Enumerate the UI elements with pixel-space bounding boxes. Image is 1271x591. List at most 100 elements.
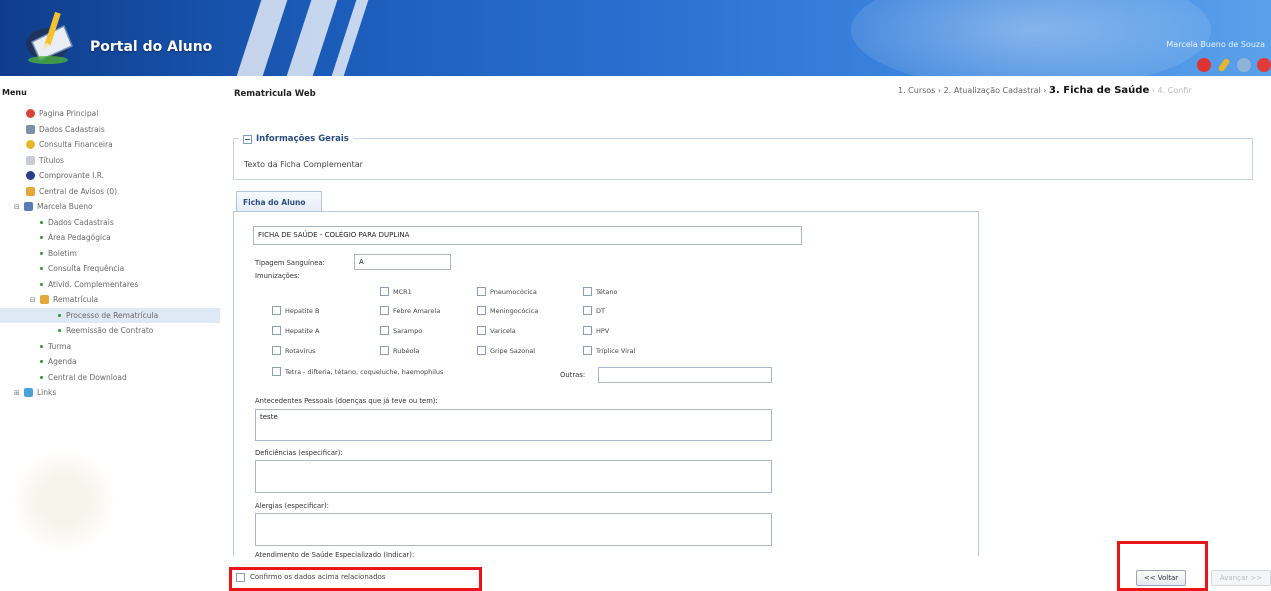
tab-ficha-do-aluno[interactable]: Ficha do Aluno [236, 191, 322, 212]
coin-icon [26, 140, 35, 150]
folder-icon [40, 295, 49, 305]
sidebar-item-dados-cadastrais[interactable]: Dados Cadastrais [0, 215, 220, 231]
header-stripe [285, 0, 341, 76]
toolbar [1197, 57, 1271, 73]
wizard-steps: 1. Cursos › 2. Atualização Cadastral › 3… [898, 85, 1192, 96]
others-label: Outras: [560, 371, 586, 379]
confirm-checkbox[interactable] [236, 573, 245, 582]
app-title: Portal do Aluno [90, 39, 213, 55]
logout-icon[interactable] [1257, 58, 1271, 72]
vaccine-checkbox[interactable]: Hepatite B [272, 306, 319, 315]
bullet-icon [40, 267, 43, 271]
blood-type-input[interactable]: A [354, 254, 451, 270]
vaccine-checkbox[interactable]: Rotavírus [272, 346, 316, 355]
sidebar-item-student[interactable]: ⊟ Marcela Bueno [0, 199, 220, 215]
sidebar-item-processo[interactable]: Processo de Rematrícula [0, 307, 220, 323]
settings-icon[interactable] [1237, 58, 1251, 72]
step-current: 3. Ficha de Saúde [1049, 85, 1150, 96]
portal-logo-icon [26, 11, 73, 64]
sidebar-item-financeira[interactable]: Consulta Financeira [0, 137, 220, 153]
vaccine-checkbox[interactable]: Sarampo [380, 326, 422, 335]
sidebar-item-dados[interactable]: Dados Cadastrais [0, 122, 220, 138]
home-icon [26, 109, 35, 119]
info-legend-label: Informações Gerais [256, 134, 349, 144]
disability-textarea[interactable] [255, 460, 772, 493]
header-stripe [330, 0, 372, 76]
collapse-icon[interactable]: ⊟ [30, 296, 38, 304]
bullet-icon [40, 236, 43, 240]
allergies-textarea[interactable] [255, 513, 772, 546]
vaccine-checkbox[interactable]: Febre Amarela [380, 306, 440, 315]
notifications-icon[interactable] [1197, 58, 1211, 72]
sidebar-item-boletim[interactable]: Boletim [0, 246, 220, 262]
sidebar-item-home[interactable]: Pagina Principal [0, 106, 220, 122]
document-icon [26, 155, 35, 165]
sidebar-item-links[interactable]: ⊞ Links [0, 385, 220, 401]
vaccine-checkbox[interactable]: HPV [583, 326, 609, 335]
key-icon[interactable] [1217, 57, 1231, 73]
sidebar-item-rematricula[interactable]: ⊟ Rematrícula [0, 292, 220, 308]
vaccine-checkbox[interactable]: Tetra - difteria, tétano, coqueluche, ha… [272, 367, 443, 376]
collapse-icon[interactable]: ⊟ [14, 203, 22, 211]
vaccine-checkbox[interactable]: Pneumocócica [477, 287, 537, 296]
sidebar-item-download[interactable]: Central de Download [0, 370, 220, 386]
tab-panel [233, 211, 979, 556]
header-stripe [235, 0, 291, 76]
confirm-label[interactable]: Confirmo os dados acima relacionados [250, 573, 385, 581]
bullet-icon [40, 282, 43, 286]
collapse-toggle-button[interactable]: − [243, 134, 252, 144]
bullet-icon [58, 329, 61, 333]
sidebar-item-ativid[interactable]: Ativid. Complementares [0, 277, 220, 293]
sidebar-item-reemissao[interactable]: Reemissão de Contrato [0, 323, 220, 339]
watermark-logo-icon [14, 446, 114, 556]
menu-title: Menu [2, 88, 27, 97]
table-icon [26, 124, 35, 134]
expand-icon[interactable]: ⊞ [14, 389, 22, 397]
history-textarea[interactable]: teste [255, 409, 772, 441]
folder-icon [26, 186, 35, 196]
bullet-icon [40, 360, 43, 364]
vaccine-checkbox[interactable]: Tétano [583, 287, 618, 296]
info-legend: − Informações Gerais [239, 134, 353, 144]
vaccine-checkbox[interactable]: MCR1 [380, 287, 412, 296]
sidebar-item-area-pedagogica[interactable]: Área Pedagógica [0, 230, 220, 246]
vaccine-checkbox[interactable]: Meningocócica [477, 306, 538, 315]
sidebar-item-titulos[interactable]: Títulos [0, 153, 220, 169]
specialized-label: Atendimento de Saúde Especializado (Indi… [255, 551, 415, 559]
vaccine-checkbox[interactable]: Gripe Sazonal [477, 346, 535, 355]
sidebar-item-avisos[interactable]: Central de Avisos (0) [0, 184, 220, 200]
next-button[interactable]: Avançar >> [1211, 570, 1271, 586]
receipt-icon [26, 171, 35, 181]
bullet-icon [40, 344, 43, 348]
info-fieldset [233, 138, 1253, 180]
vaccines-label: Imunizações: [255, 272, 300, 280]
vaccine-checkbox[interactable]: Hepatite A [272, 326, 319, 335]
vaccine-checkbox[interactable]: Varicela [477, 326, 516, 335]
links-icon [24, 388, 33, 398]
step-future: › 4. Confir [1149, 86, 1192, 95]
bullet-icon [58, 313, 61, 317]
vaccine-checkbox[interactable]: Rubéola [380, 346, 419, 355]
back-button[interactable]: << Voltar [1136, 570, 1186, 586]
sidebar-item-turma[interactable]: Turma [0, 339, 220, 355]
others-input[interactable] [598, 367, 772, 383]
user-name[interactable]: Marcela Bueno de Souza [1166, 40, 1265, 49]
sidebar-item-frequencia[interactable]: Consulta Frequência [0, 261, 220, 277]
form-title-input[interactable]: FICHA DE SAÚDE - COLÉGIO PARA DUPLINA [253, 226, 802, 245]
disability-label: Deficiências (especificar): [255, 449, 343, 457]
step-done: 1. Cursos › 2. Atualização Cadastral › [898, 86, 1050, 95]
vaccine-checkbox[interactable]: DT [583, 306, 605, 315]
app-header: Portal do Aluno Marcela Bueno de Souza [0, 0, 1271, 76]
page-title: Rematricula Web [234, 89, 316, 99]
allergies-label: Alergias (especificar): [255, 502, 329, 510]
vaccine-checkbox[interactable]: Tríplice Viral [583, 346, 635, 355]
info-text: Texto da Ficha Complementar [244, 160, 363, 169]
history-label: Antecedentes Pessoais (doenças que já te… [255, 397, 438, 405]
sidebar-item-comprovante[interactable]: Comprovante I.R. [0, 168, 220, 184]
bullet-icon [40, 375, 43, 379]
bullet-icon [40, 220, 43, 224]
header-glow [851, 0, 1211, 76]
user-icon [24, 202, 33, 212]
sidebar-item-agenda[interactable]: Agenda [0, 354, 220, 370]
blood-type-label: Tipagem Sanguínea: [255, 259, 325, 267]
